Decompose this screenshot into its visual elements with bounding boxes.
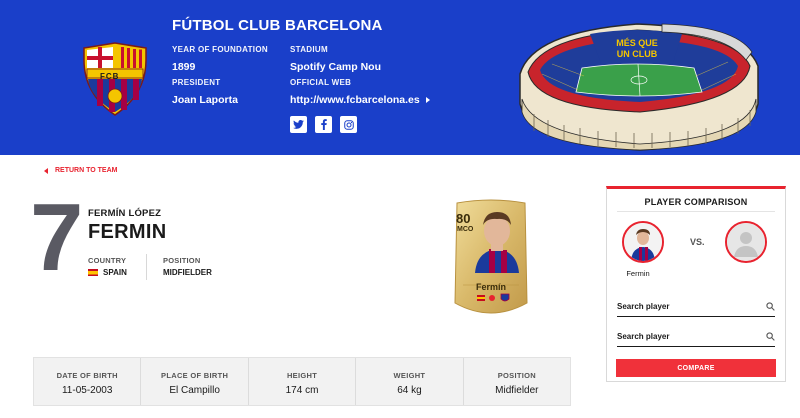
search-player-placeholder[interactable]: Search player <box>617 302 669 311</box>
stat-label: DATE OF BIRTH <box>56 371 118 380</box>
stat-value: Midfielder <box>495 385 539 396</box>
president-value: Joan Laporta <box>172 94 238 106</box>
search-player-placeholder[interactable]: Search player <box>617 332 669 341</box>
return-to-team-link[interactable]: RETURN TO TEAM <box>44 167 117 174</box>
foundation-value: 1899 <box>172 61 196 73</box>
comparison-title: PLAYER COMPARISON <box>644 197 748 207</box>
stat-place-of-birth: PLACE OF BIRTH El Campillo <box>141 358 249 405</box>
stat-value: 174 cm <box>285 385 319 396</box>
search-icon[interactable] <box>766 332 775 341</box>
player-display-name: FERMIN <box>88 221 167 243</box>
club-header: FCB FÚTBOL CLUB BARCELONA YEAR OF FOUNDA… <box>0 0 800 155</box>
position-value: MIDFIELDER <box>163 268 212 277</box>
instagram-icon[interactable] <box>340 116 357 133</box>
chevron-left-icon <box>44 167 48 174</box>
stadium-label: STADIUM <box>290 45 328 54</box>
stat-label: WEIGHT <box>393 371 426 380</box>
stat-label: PLACE OF BIRTH <box>161 371 229 380</box>
stadium-banner-line1: MÉS QUE <box>616 38 658 48</box>
meta-divider <box>146 254 147 280</box>
player-comparison-panel: PLAYER COMPARISON VS. Fermin Search play… <box>606 186 786 382</box>
empty-player-avatar[interactable] <box>725 221 767 263</box>
card-rating: 80 <box>456 211 471 226</box>
stat-weight: WEIGHT 64 kg <box>356 358 464 405</box>
return-to-team-label[interactable]: RETURN TO TEAM <box>55 167 117 174</box>
social-links <box>290 116 357 133</box>
facebook-icon[interactable] <box>315 116 332 133</box>
country-value: SPAIN <box>103 268 127 277</box>
player-avatar[interactable] <box>622 221 664 263</box>
official-web-url[interactable]: http://www.fcbarcelona.es <box>290 94 420 106</box>
card-player-name: Fermín <box>475 282 506 292</box>
country-label: COUNTRY <box>88 256 127 265</box>
search-player-input-2[interactable]: Search player <box>617 327 775 347</box>
compared-player-name: Fermin <box>626 269 650 278</box>
official-web-label: OFFICIAL WEB <box>290 78 352 87</box>
stat-date-of-birth: DATE OF BIRTH 11-05-2003 <box>34 358 142 405</box>
player-full-name: FERMÍN LÓPEZ <box>88 208 162 219</box>
user-placeholder-icon <box>727 223 765 261</box>
card-position: MCO <box>457 226 474 233</box>
compare-button[interactable]: COMPARE <box>616 359 776 377</box>
search-icon[interactable] <box>766 302 775 311</box>
foundation-label: YEAR OF FOUNDATION <box>172 45 268 54</box>
twitter-icon[interactable] <box>290 116 307 133</box>
stat-label: HEIGHT <box>286 371 318 380</box>
crest-initials: FCB <box>100 72 120 81</box>
player-stats-bar: DATE OF BIRTH 11-05-2003 PLACE OF BIRTH … <box>33 357 571 406</box>
official-web-link[interactable]: http://www.fcbarcelona.es <box>290 94 430 106</box>
vs-label: VS. <box>690 237 705 247</box>
stat-value: 64 kg <box>397 385 422 396</box>
stat-value: 11-05-2003 <box>61 385 113 396</box>
stat-height: HEIGHT 174 cm <box>249 358 357 405</box>
position-label: POSITION <box>163 256 201 265</box>
president-label: PRESIDENT <box>172 78 221 87</box>
stat-value: El Campillo <box>169 385 220 396</box>
player-shirt-number: 7 <box>30 184 84 291</box>
stadium-banner-line2: UN CLUB <box>617 49 658 59</box>
stadium-illustration: MÉS QUE UN CLUB <box>519 23 759 151</box>
chevron-right-icon <box>425 97 430 104</box>
stat-label: POSITION <box>497 371 536 380</box>
club-name: FÚTBOL CLUB BARCELONA <box>172 17 383 34</box>
country-value-row: SPAIN <box>88 268 127 277</box>
search-player-input-1[interactable]: Search player <box>617 297 775 317</box>
comparison-divider <box>617 211 775 212</box>
spain-flag-icon <box>88 269 98 276</box>
stadium-value: Spotify Camp Nou <box>290 61 381 73</box>
stat-position: POSITION Midfielder <box>464 358 570 405</box>
